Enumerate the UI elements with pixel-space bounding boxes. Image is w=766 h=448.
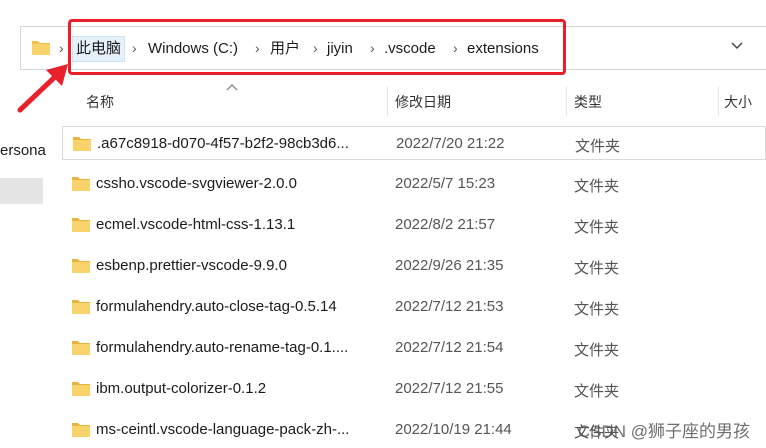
file-type: 文件夹 xyxy=(574,301,620,318)
column-divider[interactable] xyxy=(387,86,388,116)
folder-icon xyxy=(71,421,91,443)
list-item[interactable]: cssho.vscode-svgviewer-2.0.0 2022/5/7 15… xyxy=(62,167,766,201)
file-date: 2022/10/19 21:44 xyxy=(395,421,512,438)
file-name: ibm.output-colorizer-0.1.2 xyxy=(96,380,267,397)
file-name: esbenp.prettier-vscode-9.9.0 xyxy=(96,257,287,274)
highlight-annotation-box xyxy=(68,19,566,75)
nav-item-selected[interactable] xyxy=(0,178,43,204)
list-item[interactable]: formulahendry.auto-close-tag-0.5.14 2022… xyxy=(62,290,766,324)
list-item[interactable]: formulahendry.auto-rename-tag-0.1.... 20… xyxy=(62,331,766,365)
file-date: 2022/7/12 21:53 xyxy=(395,298,504,315)
list-item[interactable]: esbenp.prettier-vscode-9.9.0 2022/9/26 2… xyxy=(62,249,766,283)
file-date: 2022/7/20 21:22 xyxy=(396,135,505,152)
file-name: cssho.vscode-svgviewer-2.0.0 xyxy=(96,175,297,192)
column-header-type[interactable]: 类型 xyxy=(574,92,602,112)
file-type: 文件夹 xyxy=(574,178,620,195)
red-arrow-annotation xyxy=(16,58,76,119)
file-type: 文件夹 xyxy=(575,138,621,155)
file-name: .a67c8918-d070-4f57-b2f2-98cb3d6... xyxy=(97,135,349,152)
column-header-name[interactable]: 名称 xyxy=(86,92,114,112)
breadcrumb-separator: › xyxy=(59,40,64,56)
column-header-date[interactable]: 修改日期 xyxy=(395,92,451,112)
folder-icon xyxy=(71,298,91,320)
folder-icon xyxy=(71,380,91,402)
file-type: 文件夹 xyxy=(574,260,620,277)
file-type: 文件夹 xyxy=(574,342,620,359)
file-date: 2022/9/26 21:35 xyxy=(395,257,504,274)
column-divider[interactable] xyxy=(566,86,567,116)
file-date: 2022/8/2 21:57 xyxy=(395,216,496,233)
list-item[interactable]: .a67c8918-d070-4f57-b2f2-98cb3d6... 2022… xyxy=(62,126,766,160)
folder-icon xyxy=(71,216,91,238)
file-name: ms-ceintl.vscode-language-pack-zh-... xyxy=(96,421,350,438)
file-type: 文件夹 xyxy=(574,383,620,400)
column-header-size[interactable]: 大小 xyxy=(724,92,752,112)
list-item[interactable]: ecmel.vscode-html-css-1.13.1 2022/8/2 21… xyxy=(62,208,766,242)
folder-icon xyxy=(71,339,91,361)
folder-icon xyxy=(72,135,92,157)
column-divider[interactable] xyxy=(718,86,719,116)
file-date: 2022/7/12 21:54 xyxy=(395,339,504,356)
file-name: ecmel.vscode-html-css-1.13.1 xyxy=(96,216,296,233)
file-name: formulahendry.auto-rename-tag-0.1.... xyxy=(96,339,349,356)
file-name: formulahendry.auto-close-tag-0.5.14 xyxy=(96,298,337,315)
folder-icon xyxy=(71,175,91,197)
file-date: 2022/7/12 21:55 xyxy=(395,380,504,397)
list-item[interactable]: ibm.output-colorizer-0.1.2 2022/7/12 21:… xyxy=(62,372,766,406)
watermark: CSDN @狮子座的男孩 xyxy=(577,422,750,441)
file-type: 文件夹 xyxy=(574,219,620,236)
file-date: 2022/5/7 15:23 xyxy=(395,175,496,192)
folder-icon xyxy=(71,257,91,279)
chevron-down-icon[interactable] xyxy=(730,38,744,55)
nav-item-partial[interactable]: ersona xyxy=(0,142,46,159)
sort-ascending-icon xyxy=(226,80,238,94)
